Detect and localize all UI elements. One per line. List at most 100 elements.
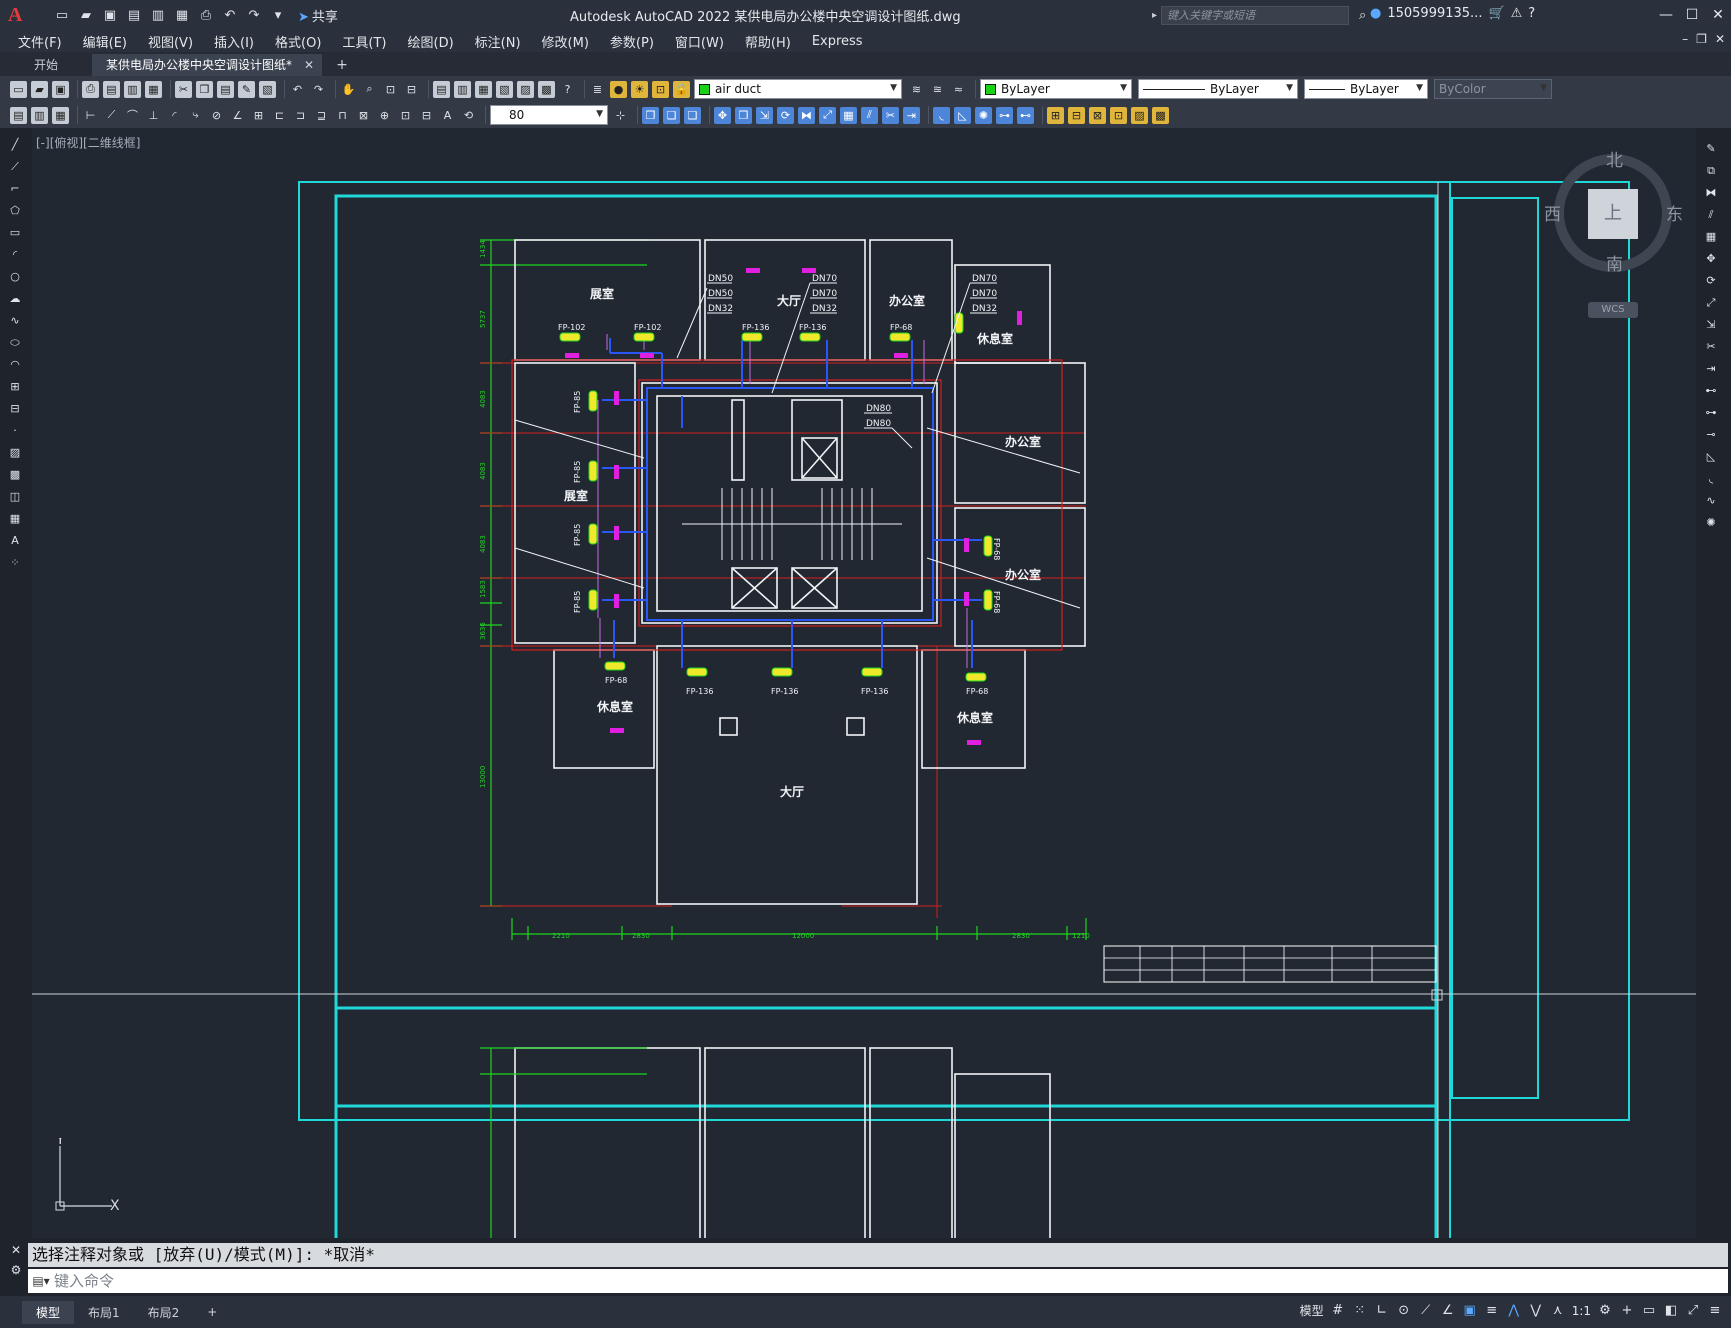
3d-print-icon[interactable]: ▦ [145,80,162,98]
customize-icon[interactable]: ⚙ [11,1263,22,1277]
continue-icon[interactable]: ⊐ [292,107,309,124]
undo-icon[interactable]: ↶ [220,5,240,25]
compass-east[interactable]: 东 [1666,200,1683,225]
close-command-line-icon[interactable]: ✕ [11,1243,21,1257]
menu-express[interactable]: Express [812,34,863,49]
quick-properties-icon[interactable]: ◧ [1663,1303,1679,1318]
baseline-icon[interactable]: ⊏ [271,107,288,124]
menu-modify[interactable]: 修改(M) [542,32,589,51]
multiline-text-icon[interactable]: A [7,532,23,549]
copy-object-icon[interactable]: ❒ [735,106,752,124]
image-icon[interactable]: ▨ [1131,106,1148,124]
model-space-toggle[interactable]: 模型 [1300,1302,1324,1319]
construction-line-icon[interactable]: ⟋ [7,158,23,175]
arc-length-icon[interactable]: ⌒ [124,107,141,124]
layer-viewport-icon[interactable]: ⊡ [652,80,669,98]
jogged-icon[interactable]: ⤷ [187,107,204,124]
array-modify-icon[interactable]: ▦ [1703,228,1719,245]
move-modify-icon[interactable]: ✥ [1703,250,1719,267]
doc-close-icon[interactable]: ✕ [1715,32,1725,46]
cut-icon[interactable]: ✂ [175,80,192,98]
design-center-icon[interactable]: ▥ [454,80,471,98]
layer-freeze-icon[interactable]: ☀ [631,80,648,98]
circle-icon[interactable]: ○ [7,268,23,285]
fillet-modify-icon[interactable]: ◟ [1703,470,1719,487]
explode-modify-icon[interactable]: ✺ [1703,514,1719,531]
menu-window[interactable]: 窗口(W) [675,32,724,51]
isodraft-icon[interactable]: ⟋ [1418,1303,1434,1318]
tab-start[interactable]: 开始 [20,54,72,76]
chevron-right-icon[interactable]: ▸ [1152,10,1157,21]
table-icon[interactable]: ▦ [7,510,23,527]
attach-icon[interactable]: ⊠ [1089,106,1106,124]
tab-drawing[interactable]: 某供电局办公楼中央空调设计图纸* ✕ [92,54,323,76]
send-back-icon[interactable]: ❏ [663,106,680,124]
diameter-icon[interactable]: ⊘ [208,107,225,124]
menu-dimension[interactable]: 标注(N) [475,32,521,51]
rotate-icon[interactable]: ⟳ [777,106,794,124]
layer-dropdown[interactable]: air duct ▼ [694,79,902,99]
annotation-scale-value[interactable]: 1:1 [1572,1304,1591,1318]
grid-icon[interactable]: # [1330,1303,1346,1318]
stretch-modify-icon[interactable]: ⇲ [1703,316,1719,333]
dim-text-edit-icon[interactable]: A [439,107,456,124]
copy-icon[interactable]: ❐ [196,80,213,98]
viewcube[interactable]: 上 北 南 东 西 WCS [1540,140,1690,318]
dim-break-icon[interactable]: ⊓ [334,107,351,124]
snap-icon[interactable]: ⁙ [1352,1303,1368,1318]
publish-icon[interactable]: ▥ [148,5,168,25]
share-button[interactable]: ➤ 共享 [298,6,338,25]
layer-on-icon[interactable]: ● [610,80,627,98]
customize-status-icon[interactable]: ≡ [1707,1303,1723,1318]
draworder-icon[interactable]: ❑ [684,106,701,124]
compass-south[interactable]: 南 [1606,250,1623,275]
paste-icon[interactable]: ▤ [217,80,234,98]
create-block-icon[interactable]: ⊟ [1068,106,1085,124]
fillet-icon[interactable]: ◟ [933,106,950,124]
extend-modify-icon[interactable]: ⇥ [1703,360,1719,377]
open-folder-icon[interactable]: ▰ [76,5,96,25]
cart-icon[interactable]: 🛒 [1488,6,1504,21]
help-icon[interactable]: ? [1528,6,1535,21]
object-snap-icon[interactable]: ▣ [1462,1303,1478,1318]
tab-close-icon[interactable]: ✕ [304,54,314,76]
doc-minimize-icon[interactable]: – [1682,32,1688,46]
compass-west[interactable]: 西 [1544,200,1561,225]
match-properties-icon[interactable]: ✎ [238,80,255,98]
redo-icon[interactable]: ↷ [244,5,264,25]
dim-override-icon[interactable]: ⊹ [612,107,629,124]
object-snap-tracking-icon[interactable]: ∠ [1440,1303,1456,1318]
angular-icon[interactable]: ∠ [229,107,246,124]
ellipse-icon[interactable]: ⬭ [7,334,23,351]
break-modify-icon[interactable]: ⊶ [1703,404,1719,421]
user-account[interactable]: ● 1505999135... 🛒 ⚠ ? [1370,6,1535,21]
hatch-icon[interactable]: ▨ [7,444,23,461]
ellipse-arc-icon[interactable]: ◠ [7,356,23,373]
qnew-icon[interactable]: ▭ [10,80,27,98]
exchange-icon[interactable]: ⚠ [1511,6,1523,21]
gradient-icon[interactable]: ▩ [7,466,23,483]
lineweight-icon[interactable]: ≡ [1484,1303,1500,1318]
break-point-icon[interactable]: ⊷ [1703,382,1719,399]
annotation-visibility-icon[interactable]: ▦ [52,106,69,124]
compass-north[interactable]: 北 [1606,146,1623,171]
redo-toolbar-icon[interactable]: ↷ [310,81,327,98]
layer-lock-icon[interactable]: 🔒 [673,80,690,98]
offset-modify-icon[interactable]: ⫽ [1703,206,1719,223]
qat-customize-icon[interactable]: ▾ [268,5,288,25]
trim-icon[interactable]: ✂ [882,106,899,124]
scale-modify-icon[interactable]: ⤢ [1703,294,1719,311]
join-modify-icon[interactable]: ⊸ [1703,426,1719,443]
auto-scale-icon[interactable]: ⋁ [1528,1303,1544,1318]
annotation-scale-icon[interactable]: ⋏ [1550,1303,1566,1318]
zoom-window-icon[interactable]: ⊡ [382,81,399,98]
new-file-icon[interactable]: ▭ [52,5,72,25]
menu-file[interactable]: 文件(F) [18,32,62,51]
units-icon[interactable]: ▭ [1641,1303,1657,1318]
zoom-previous-icon[interactable]: ⊟ [403,81,420,98]
insert-icon[interactable]: ⊞ [7,378,23,395]
inspection-icon[interactable]: ⊡ [397,107,414,124]
workspace-icon[interactable]: ⚙ [1597,1303,1613,1318]
aligned-dimension-icon[interactable]: ⟋ [103,107,120,124]
join-icon[interactable]: ⊶ [996,106,1013,124]
